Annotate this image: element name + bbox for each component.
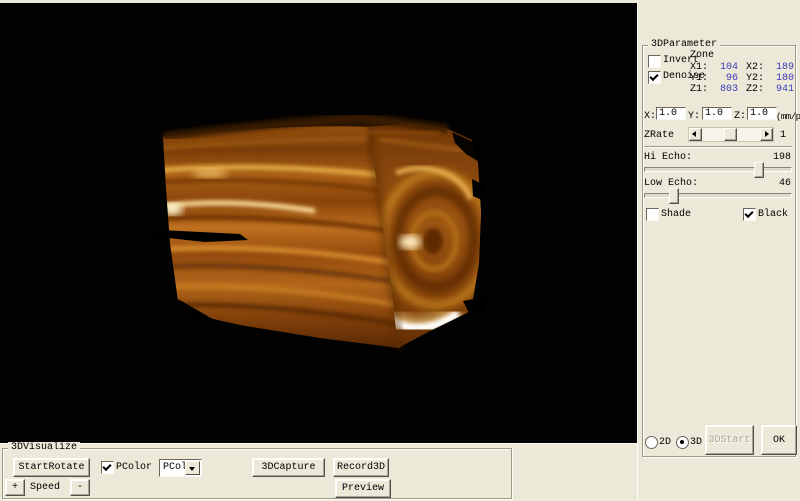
start-rotate-button[interactable]: StartRotate (13, 458, 90, 477)
slider-groove (644, 167, 792, 172)
denoise-checkbox[interactable] (648, 71, 661, 84)
zone-x1-value: 104 (712, 62, 738, 73)
low-echo-slider[interactable] (644, 187, 792, 203)
y-scale-input[interactable] (702, 107, 732, 120)
visualize-group-label: 3DVisualize (8, 442, 80, 454)
zone-z2-label: Z2: (746, 84, 768, 95)
z-scale-label: Z: (734, 111, 746, 122)
render-viewport[interactable] (0, 3, 637, 443)
x-scale-input[interactable] (656, 107, 686, 120)
zone-row: X1:104 X2:189 (690, 62, 794, 73)
speed-minus-button[interactable]: - (70, 479, 90, 496)
zone-z1-value: 803 (712, 84, 738, 95)
slider-groove (644, 193, 792, 198)
zone-y1-label: Y1: (690, 73, 712, 84)
scroll-right-icon[interactable] (760, 128, 773, 141)
zone-y2-label: Y2: (746, 73, 768, 84)
zrate-value: 1 (780, 130, 786, 141)
zrate-label: ZRate (644, 130, 674, 141)
pcolor-label: PColor (116, 462, 152, 473)
visualize-panel: 3DVisualize StartRotate + Speed - PColor… (0, 443, 637, 501)
record3d-button[interactable]: Record3D (333, 458, 389, 477)
scale-unit-label: (mm/p) (776, 112, 800, 123)
zone-x1-label: X1: (690, 62, 712, 73)
hi-echo-slider[interactable] (644, 161, 792, 177)
volume-render (0, 3, 637, 443)
shade-checkbox[interactable] (646, 208, 659, 221)
x-scale-label: X: (644, 111, 656, 122)
zone-z2-value: 941 (768, 84, 794, 95)
zone-x2-value: 189 (768, 62, 794, 73)
preview-button[interactable]: Preview (335, 479, 391, 498)
speed-plus-button[interactable]: + (5, 479, 25, 496)
ok-button[interactable]: OK (761, 425, 797, 455)
y-scale-label: Y: (688, 111, 700, 122)
speed-label: Speed (30, 482, 60, 493)
black-label: Black (758, 209, 788, 220)
separator (644, 146, 792, 148)
scroll-left-icon[interactable] (689, 128, 702, 141)
zrate-scroll-thumb[interactable] (724, 128, 737, 141)
zone-y1-value: 96 (712, 73, 738, 84)
shade-label: Shade (661, 209, 691, 220)
zone-row: Z1:803 Z2:941 (690, 84, 794, 95)
zone-z1-label: Z1: (690, 84, 712, 95)
visualize-groupbox: 3DVisualize StartRotate + Speed - PColor… (2, 448, 512, 499)
mode-3d-label: 3D (690, 437, 702, 448)
zone-row: Y1:96 Y2:180 (690, 73, 794, 84)
3dcapture-button[interactable]: 3DCapture (252, 458, 325, 477)
zone-x2-label: X2: (746, 62, 768, 73)
hi-echo-slider-thumb[interactable] (754, 162, 764, 178)
parameter-groupbox: 3DParameter Invert Denoise Zone X1:104X2… (642, 45, 796, 457)
parameter-panel: 3DParameter Invert Denoise Zone X1:104X2… (637, 0, 800, 500)
zone-label: Zone (690, 50, 714, 61)
mode-3d-radio[interactable] (676, 436, 689, 449)
mode-2d-radio[interactable] (645, 436, 658, 449)
mode-2d-label: 2D (659, 437, 671, 448)
pcolor-checkbox[interactable] (101, 461, 114, 474)
zone-y2-value: 180 (768, 73, 794, 84)
black-checkbox[interactable] (743, 208, 756, 221)
low-echo-slider-thumb[interactable] (669, 188, 679, 204)
zrate-scrollbar[interactable] (688, 127, 774, 142)
pcolor-select[interactable]: PColor (159, 459, 202, 477)
z-scale-input[interactable] (747, 107, 777, 120)
chevron-down-icon[interactable] (185, 461, 200, 475)
3dstart-button[interactable]: 3DStart (705, 425, 754, 455)
invert-checkbox[interactable] (648, 55, 661, 68)
